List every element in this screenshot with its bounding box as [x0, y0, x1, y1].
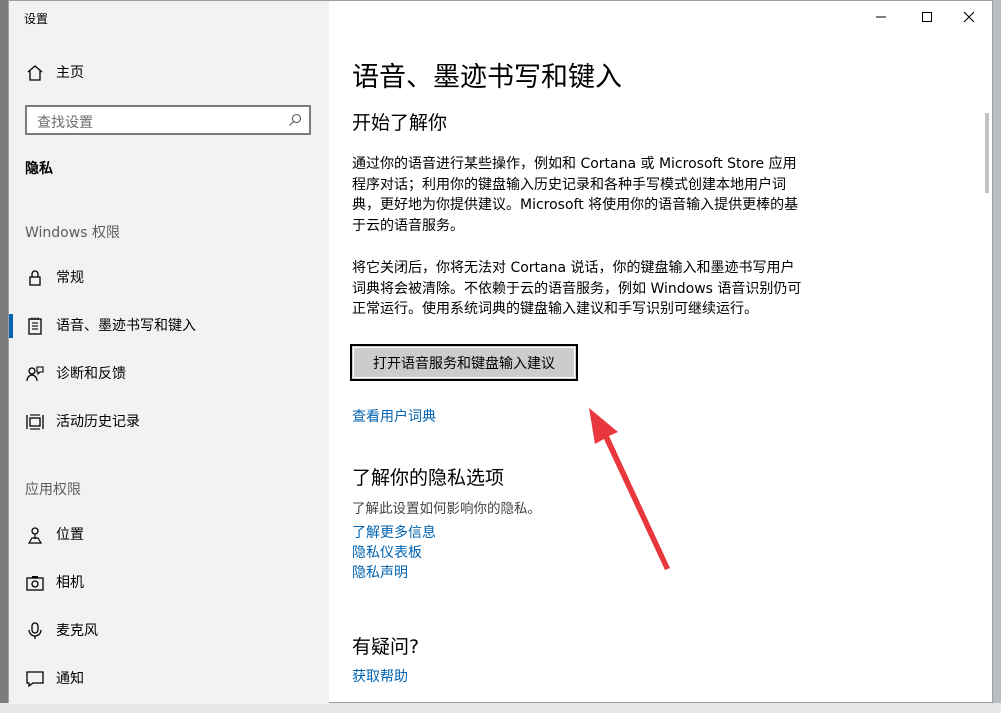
background-bottom — [0, 703, 1001, 713]
getting-to-know-heading: 开始了解你 — [352, 112, 448, 134]
privacy-dashboard-link[interactable]: 隐私仪表板 — [352, 542, 422, 562]
location-icon — [25, 525, 45, 545]
sidebar: 设置 主页 查找设置 隐私 Windows 权限 常规 语音、墨迹书写和键入 诊… — [9, 1, 329, 704]
sidebar-item-location[interactable]: 位置 — [9, 515, 329, 555]
timeline-icon — [25, 412, 45, 432]
annotation-arrow — [589, 408, 670, 570]
sidebar-item-label: 位置 — [56, 527, 84, 543]
current-section-label: 隐私 — [25, 161, 53, 177]
sidebar-item-notifications[interactable]: 通知 — [9, 659, 329, 699]
active-indicator — [9, 314, 13, 338]
privacy-options-heading: 了解你的隐私选项 — [352, 467, 505, 489]
get-help-link[interactable]: 获取帮助 — [352, 666, 408, 686]
app-title: 设置 — [24, 12, 49, 26]
windows-permissions-heading: Windows 权限 — [25, 225, 120, 241]
page-title: 语音、墨迹书写和键入 — [352, 62, 622, 93]
learn-more-link[interactable]: 了解更多信息 — [352, 522, 436, 542]
sidebar-item-general[interactable]: 常规 — [9, 258, 329, 298]
app-permissions-heading: 应用权限 — [25, 482, 81, 498]
maximize-button[interactable] — [904, 1, 950, 33]
sidebar-item-camera[interactable]: 相机 — [9, 563, 329, 603]
sidebar-item-label: 主页 — [56, 65, 84, 81]
privacy-statement-link[interactable]: 隐私声明 — [352, 562, 408, 582]
scrollbar[interactable] — [984, 33, 990, 703]
scrollbar-thumb[interactable] — [985, 113, 989, 193]
description-paragraph-2: 将它关闭后，你将无法对 Cortana 说话，你的键盘输入和墨迹书写用户词典将会… — [352, 260, 802, 317]
sidebar-item-activity-history[interactable]: 活动历史记录 — [9, 402, 329, 442]
sidebar-item-label: 语音、墨迹书写和键入 — [56, 318, 196, 334]
camera-icon — [25, 573, 45, 593]
sidebar-item-label: 常规 — [56, 270, 84, 286]
sidebar-item-label: 相机 — [56, 575, 84, 591]
notepad-icon — [25, 316, 45, 336]
sidebar-item-home[interactable]: 主页 — [9, 53, 329, 93]
question-heading: 有疑问? — [352, 636, 420, 658]
sidebar-item-label: 通知 — [56, 671, 84, 687]
background-left — [0, 0, 8, 713]
close-button[interactable] — [946, 1, 992, 33]
view-user-dictionary-link[interactable]: 查看用户词典 — [352, 406, 436, 426]
background-right — [993, 0, 1001, 713]
sidebar-item-microphone[interactable]: 麦克风 — [9, 611, 329, 651]
sidebar-item-diagnostics[interactable]: 诊断和反馈 — [9, 354, 329, 394]
home-icon — [25, 63, 45, 83]
sidebar-item-label: 麦克风 — [56, 623, 98, 639]
sidebar-item-label: 诊断和反馈 — [56, 366, 126, 382]
feedback-icon — [25, 364, 45, 384]
search-icon — [287, 112, 303, 128]
lock-icon — [25, 268, 45, 288]
description-paragraph-1: 通过你的语音进行某些操作，例如和 Cortana 或 Microsoft Sto… — [352, 156, 799, 234]
search-input[interactable]: 查找设置 — [25, 105, 311, 135]
microphone-icon — [25, 621, 45, 641]
turn-on-speech-services-button[interactable]: 打开语音服务和键盘输入建议 — [350, 344, 578, 381]
privacy-description: 了解此设置如何影响你的隐私。 — [352, 501, 541, 517]
settings-window: 设置 主页 查找设置 隐私 Windows 权限 常规 语音、墨迹书写和键入 诊… — [8, 0, 993, 704]
maximize-icon — [921, 8, 933, 27]
notification-icon — [25, 669, 45, 689]
search-placeholder: 查找设置 — [37, 115, 93, 131]
minimize-icon — [875, 8, 887, 27]
minimize-button[interactable] — [858, 1, 904, 33]
sidebar-item-speech-inking-typing[interactable]: 语音、墨迹书写和键入 — [9, 306, 329, 346]
sidebar-item-label: 活动历史记录 — [56, 414, 140, 430]
close-icon — [963, 8, 975, 27]
